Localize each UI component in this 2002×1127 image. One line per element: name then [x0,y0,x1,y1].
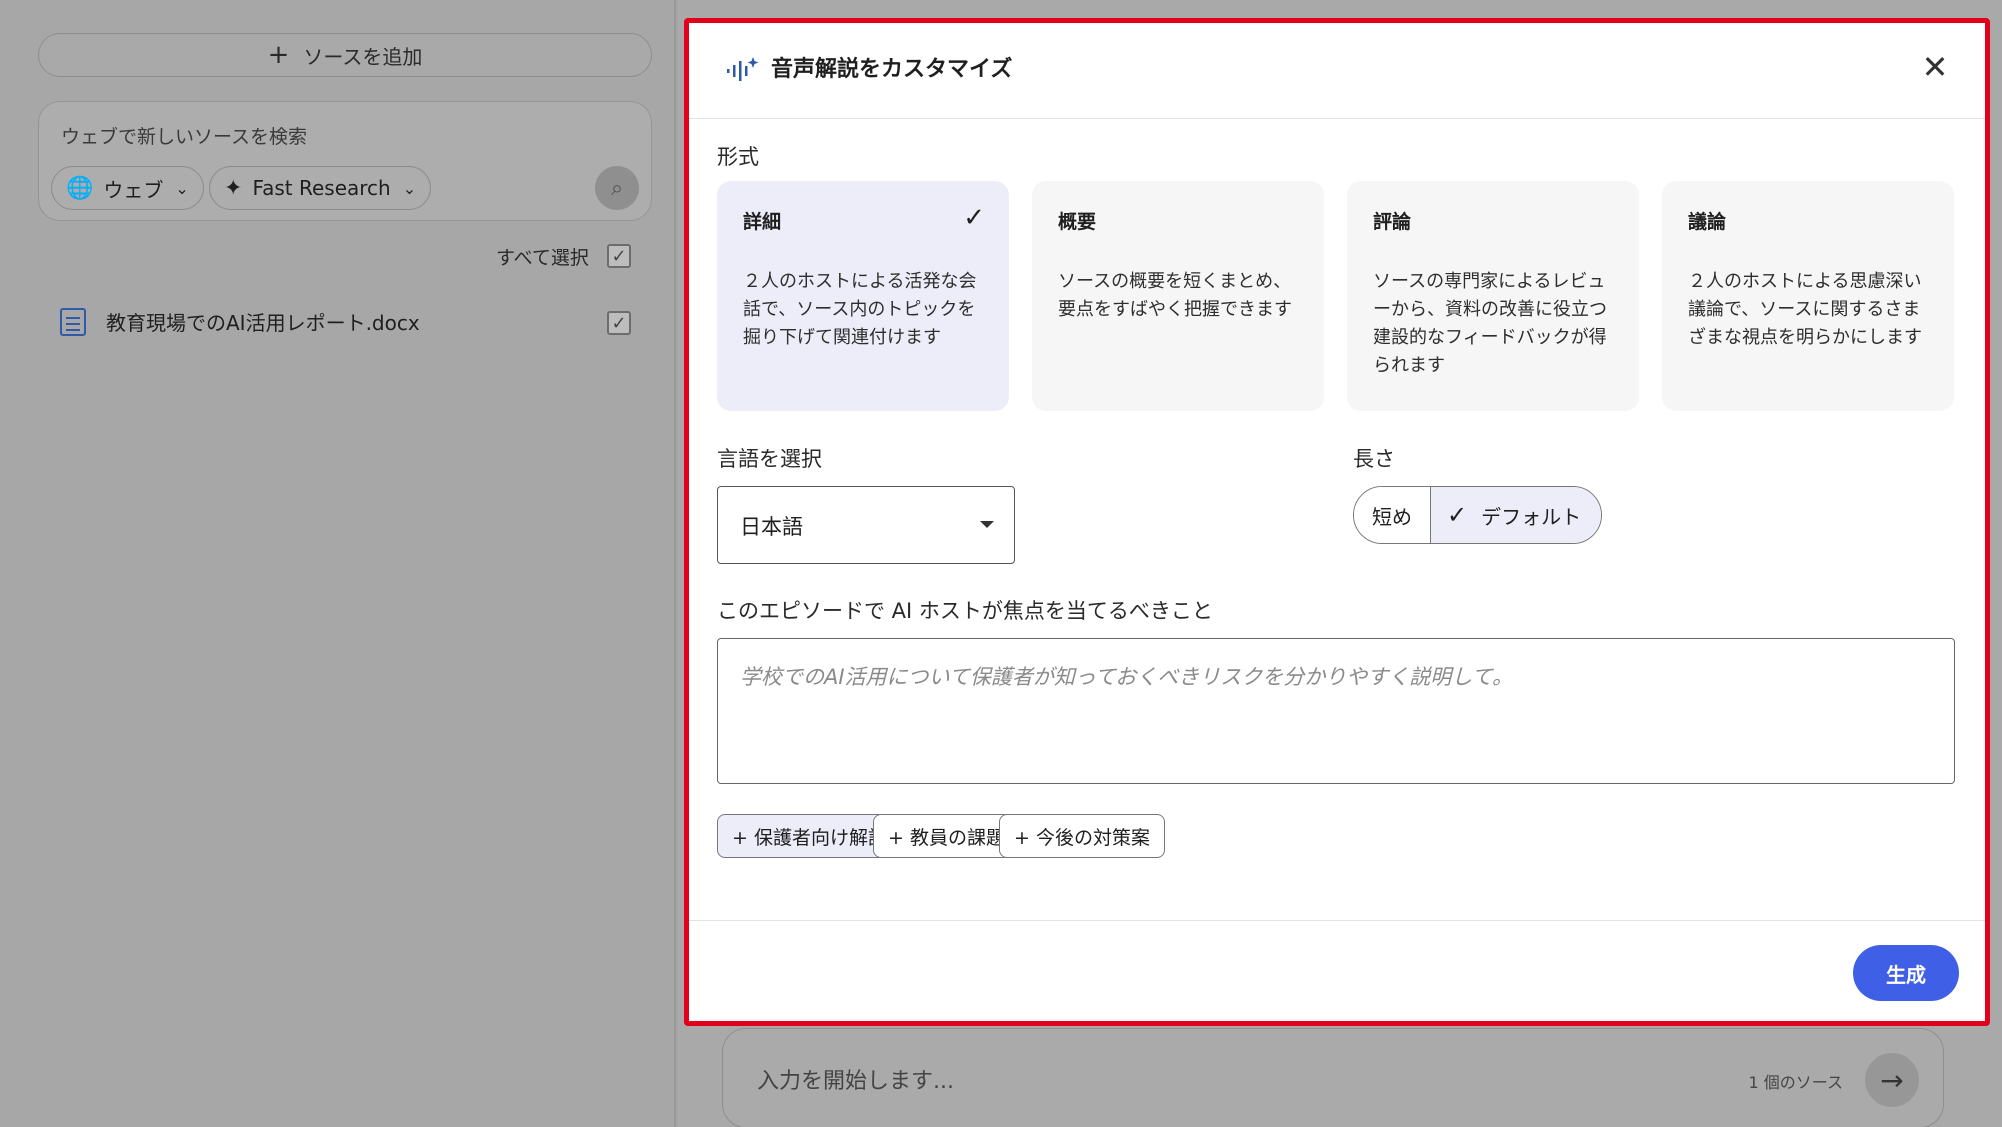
arrow-right-icon: → [1880,1063,1904,1097]
format-card-desc: ソースの専門家によるレビューから、資料の改善に役立つ建設的なフィードバックが得ら… [1373,271,1607,376]
focus-placeholder: 学校でのAI活用について保護者が知っておくべきリスクを分かりやすく説明して。 [740,665,1513,689]
format-card-debate[interactable]: 議論 ２人のホストによる思慮深い議論で、ソースに関するさまざまな視点を明らかにし… [1662,181,1954,411]
document-icon [60,307,86,336]
source-checkbox[interactable]: ✓ [607,311,631,335]
focus-textarea[interactable]: 学校でのAI活用について保護者が知っておくべきリスクを分かりやすく説明して。 [717,638,1955,784]
format-card-detail[interactable]: 詳細 ✓ ２人のホストによる活発な会話で、ソース内のトピックを掘り下げて関連付け… [717,181,1009,411]
web-search-input[interactable]: ウェブで新しいソースを検索 [61,122,307,149]
add-source-button[interactable]: + ソースを追加 [38,33,652,77]
focus-label: このエピソードで AI ホストが焦点を当てるべきこと [717,599,1213,623]
format-card-title: 議論 [1688,211,1727,233]
research-mode-chip[interactable]: ✦ Fast Research ⌄ [209,166,432,210]
length-label: 長さ [1353,447,1395,471]
format-card-desc: ２人のホストによる思慮深い議論で、ソースに関するさまざまな視点を明らかにします [1688,271,1922,348]
length-default-label: デフォルト [1481,504,1582,529]
source-item[interactable]: 教育現場でのAI活用レポート.docx [60,307,420,336]
language-label: 言語を選択 [717,447,822,471]
web-search-box: ウェブで新しいソースを検索 🌐 ウェブ ⌄ ✦ Fast Research ⌄ … [38,101,652,221]
chat-placeholder: 入力を開始します... [757,1069,954,1094]
format-card-title: 詳細 [743,211,782,233]
chevron-down-icon: ⌄ [175,178,189,198]
format-card-desc: ２人のホストによる活発な会話で、ソース内のトピックを掘り下げて関連付けます [743,271,977,348]
dialog-header: 音声解説をカスタマイズ ✕ [689,23,1985,119]
format-card-title: 評論 [1373,211,1412,233]
check-icon: ✓ [963,203,985,233]
length-toggle: 短め ✓ デフォルト [1353,486,1603,544]
length-short-option[interactable]: 短め [1354,487,1430,543]
audio-sparkle-icon [727,57,759,81]
chevron-down-icon: ⌄ [402,178,417,198]
web-chip-label: ウェブ [103,177,164,202]
close-icon: ✕ [1921,48,1949,86]
suggestion-chip-measures[interactable]: + 今後の対策案 [999,814,1165,858]
source-file-name: 教育現場でのAI活用レポート.docx [106,311,420,335]
close-button[interactable]: ✕ [1915,47,1955,87]
plus-icon: + [267,40,290,70]
select-all-checkbox[interactable]: ✓ [607,244,631,268]
search-icon: ⌕ [610,175,624,201]
chat-input[interactable]: 入力を開始します... 1 個のソース → [722,1028,1944,1127]
customize-audio-dialog: 音声解説をカスタマイズ ✕ 形式 詳細 ✓ ２人のホストによる活発な会話で、ソー… [684,18,1990,1026]
format-card-title: 概要 [1058,211,1097,233]
suggestion-chip-teachers[interactable]: + 教員の課題 [873,814,1020,858]
format-card-overview[interactable]: 概要 ソースの概要を短くまとめ、要点をすばやく把握できます [1032,181,1324,411]
add-source-label: ソースを追加 [303,44,423,69]
dropdown-arrow-icon [980,521,994,528]
send-button[interactable]: → [1865,1053,1919,1107]
format-label: 形式 [717,145,759,169]
check-icon: ✓ [1447,501,1468,529]
language-value: 日本語 [740,515,803,539]
format-card-desc: ソースの概要を短くまとめ、要点をすばやく把握できます [1058,271,1292,320]
search-button[interactable]: ⌕ [595,166,639,210]
format-card-critique[interactable]: 評論 ソースの専門家によるレビューから、資料の改善に役立つ建設的なフィードバック… [1347,181,1639,411]
language-select[interactable]: 日本語 [717,486,1015,564]
source-count: 1 個のソース [1748,1073,1843,1092]
web-chip[interactable]: 🌐 ウェブ ⌄ [51,166,204,210]
dialog-footer: 生成 [689,920,1985,1021]
length-default-option[interactable]: ✓ デフォルト [1430,487,1602,543]
generate-button[interactable]: 生成 [1853,945,1959,1001]
globe-icon: 🌐 [66,175,94,201]
sources-panel: + ソースを追加 ウェブで新しいソースを検索 🌐 ウェブ ⌄ ✦ Fast Re… [0,0,676,1127]
length-short-label: 短め [1372,504,1412,529]
select-all-label: すべて選択 [496,247,589,269]
dialog-title: 音声解説をカスタマイズ [771,57,1013,82]
research-chip-label: Fast Research [252,176,391,200]
sparkle-search-icon: ✦ [224,175,243,201]
